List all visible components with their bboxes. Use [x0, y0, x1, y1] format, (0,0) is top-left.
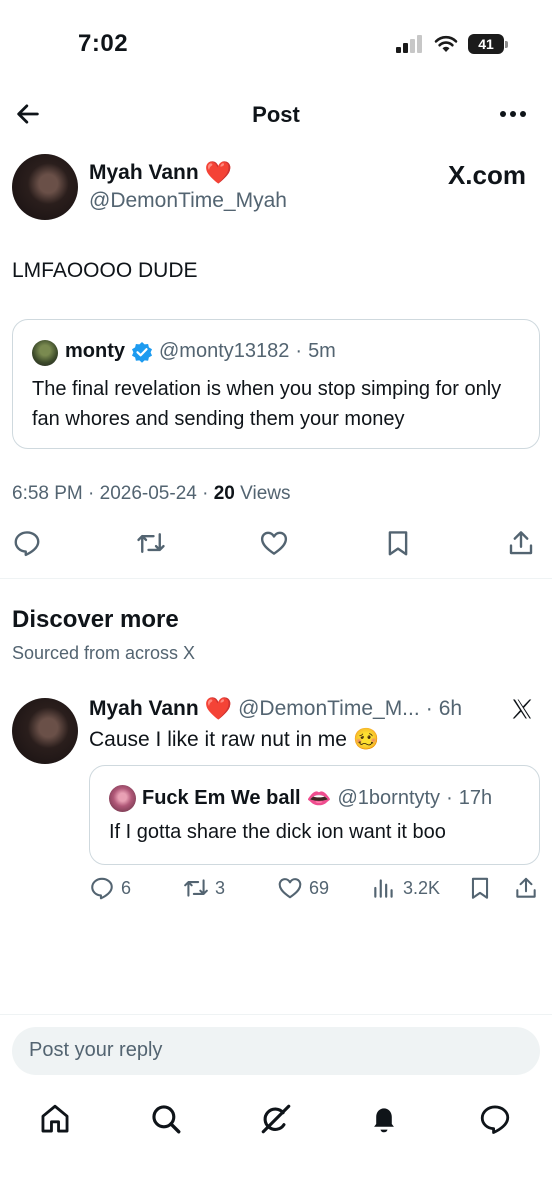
reply-count: 6 — [121, 877, 132, 898]
quoted-post-header: monty @monty13182 · 5m — [65, 340, 336, 363]
tweet-header: Myah Vann ❤️ @DemonTime_M... · 6h — [89, 696, 462, 722]
quoted-post-text: If I gotta share the dick ion want it bo… — [109, 821, 446, 843]
quoted-author-name: monty — [65, 340, 125, 362]
status-bar: 7:02 41 — [0, 0, 552, 88]
divider — [0, 1014, 552, 1015]
quoted-post-header: Fuck Em We ball 👄 @1borntyty · 17h — [142, 786, 492, 811]
heart-emoji: ❤️ — [204, 696, 233, 721]
discover-subtitle: Sourced from across X — [12, 643, 196, 663]
dot-separator: · — [425, 697, 433, 720]
quoted-author-handle: @monty13182 — [159, 340, 290, 362]
like-count: 69 — [309, 877, 330, 898]
more-icon[interactable] — [498, 104, 528, 124]
retweet-icon[interactable] — [136, 528, 166, 558]
quoted-author-name: Fuck Em We ball — [142, 787, 301, 809]
retweet-button[interactable]: 3 — [183, 875, 225, 901]
reply-icon[interactable] — [12, 528, 42, 558]
bookmark-icon[interactable] — [467, 875, 493, 901]
notifications-icon[interactable] — [367, 1102, 401, 1136]
quoted-post[interactable]: monty @monty13182 · 5m The final revelat… — [12, 319, 540, 449]
quoted-post-time: 5m — [308, 340, 336, 362]
reply-icon — [91, 877, 113, 900]
post-author-name[interactable]: Myah Vann — [89, 161, 199, 185]
heart-emoji: ❤️ — [204, 160, 233, 185]
cellular-signal-icon — [396, 35, 422, 53]
verified-icon — [132, 341, 152, 363]
reply-input[interactable]: Post your reply — [12, 1027, 540, 1075]
wifi-icon — [434, 35, 458, 52]
status-time: 7:02 — [78, 30, 129, 57]
x-logo-icon — [512, 699, 532, 719]
reply-button[interactable]: 6 — [89, 875, 131, 901]
quoted-post[interactable]: Fuck Em We ball 👄 @1borntyty · 17h If I … — [89, 765, 540, 865]
grok-icon[interactable] — [259, 1102, 293, 1136]
post-author-row[interactable]: Myah Vann ❤️ — [89, 160, 232, 186]
quoted-post-time: 17h — [458, 787, 493, 809]
post-text: LMFAOOOO DUDE — [12, 259, 198, 282]
views-count[interactable]: 20 — [214, 483, 235, 504]
avatar — [109, 785, 136, 812]
bottom-nav — [0, 1096, 552, 1144]
home-icon[interactable] — [38, 1102, 72, 1136]
battery-icon: 41 — [468, 34, 508, 54]
xcom-watermark: X.com — [448, 160, 526, 191]
views-icon — [374, 879, 393, 898]
tweet-text-row: Cause I like it raw nut in me 🥴 — [89, 728, 379, 752]
woozy-face-emoji: 🥴 — [352, 728, 380, 751]
views-count: 3.2K — [403, 877, 441, 898]
tweet-author-name[interactable]: Myah Vann — [89, 697, 199, 721]
avatar — [32, 340, 58, 366]
tweet-actions: 6 3 69 3.2K — [89, 875, 540, 903]
search-icon[interactable] — [149, 1102, 183, 1136]
tweet-author-handle[interactable]: @DemonTime_M... — [238, 697, 420, 721]
views-button[interactable]: 3.2K — [371, 875, 440, 901]
divider — [0, 578, 552, 579]
battery-level: 41 — [478, 36, 494, 52]
quoted-post-text: The final revelation is when you stop si… — [32, 378, 502, 430]
retweet-count: 3 — [215, 877, 226, 898]
like-icon[interactable] — [259, 528, 289, 558]
post-actions — [0, 526, 552, 562]
post-timestamp: 6:58 PM · 2026-05-24 · — [12, 483, 214, 504]
share-icon[interactable] — [506, 528, 536, 558]
avatar[interactable] — [12, 698, 78, 764]
share-icon[interactable] — [513, 875, 539, 901]
xcom-watermark-text: X.com — [447, 160, 526, 190]
like-button[interactable]: 69 — [277, 875, 329, 901]
header: Post — [0, 88, 552, 144]
quoted-author-handle: @1borntyty — [337, 787, 441, 809]
status-icons: 41 — [396, 34, 508, 54]
reply-placeholder: Post your reply — [29, 1039, 163, 1061]
views-label: Views — [234, 483, 291, 504]
retweet-icon — [184, 879, 208, 897]
dot-separator: · — [295, 340, 303, 362]
dot-separator: · — [446, 787, 453, 809]
lips-emoji: 👄 — [306, 788, 332, 810]
like-icon — [278, 878, 302, 899]
post-author-handle[interactable]: @DemonTime_Myah — [89, 189, 287, 213]
discover-title: Discover more — [12, 606, 179, 633]
tweet-time: 6h — [438, 697, 463, 720]
page-title: Post — [252, 102, 300, 127]
tweet-text: Cause I like it raw nut in me — [89, 728, 347, 751]
messages-icon[interactable] — [478, 1102, 512, 1136]
bookmark-icon[interactable] — [383, 528, 413, 558]
avatar[interactable] — [12, 154, 78, 220]
post-metadata: 6:58 PM · 2026-05-24 · 20 Views — [12, 483, 290, 505]
